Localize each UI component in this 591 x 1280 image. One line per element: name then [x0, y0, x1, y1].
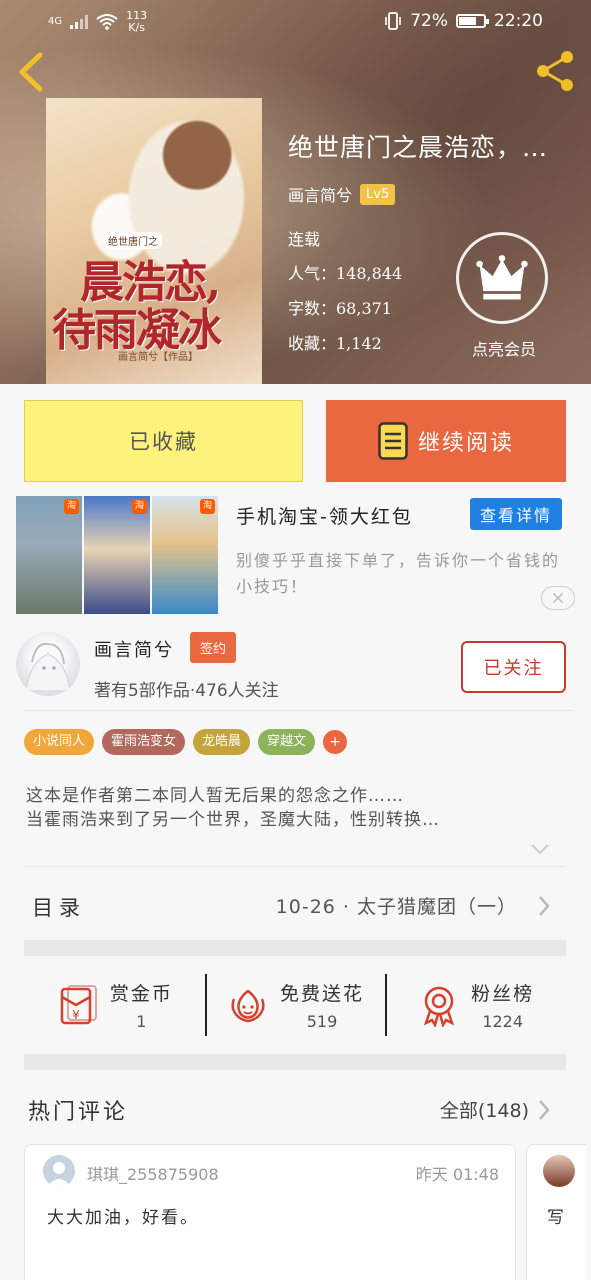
ad-photo-3: 淘 — [152, 496, 218, 614]
divider — [24, 866, 566, 867]
comment-card[interactable]: 琪琪_255875908 昨天 01:48 大大加油，好看。 — [24, 1144, 516, 1280]
ad-photo-2: 淘 — [84, 496, 150, 614]
comment-card[interactable]: 写 — [526, 1144, 586, 1280]
commenter-avatar[interactable] — [543, 1155, 575, 1187]
continue-reading-label: 继续阅读 — [417, 431, 514, 456]
red-envelope-icon: ¥ — [60, 985, 97, 1025]
book-word-count: 字数：68,371 — [288, 299, 392, 318]
tag-item[interactable]: 小说同人 — [24, 729, 95, 755]
status-bar: 4G 113 K/s 72% 22:20 — [0, 0, 591, 44]
clock: 22:20 — [494, 11, 543, 31]
ad-close-icon[interactable] — [541, 586, 575, 610]
support-stats: ¥ 赏金币 1 免费送花 519 粉丝榜 1224 — [24, 956, 566, 1054]
continue-reading-button[interactable]: 继续阅读 — [326, 400, 566, 482]
author-avatar[interactable] — [16, 632, 80, 696]
tag-item[interactable]: 龙皓晨 — [193, 729, 251, 755]
book-description[interactable]: 这本是作者第二本同人暂无后果的怨念之作…… 当霍雨浩来到了另一个世界，圣魔大陆，… — [26, 784, 566, 832]
section-separator — [24, 940, 566, 956]
commenter-avatar[interactable] — [43, 1155, 75, 1187]
ad-details-button[interactable]: 查看详情 — [470, 498, 562, 530]
flower-icon — [231, 989, 265, 1023]
author-name[interactable]: 画言简兮 — [94, 636, 174, 662]
hot-comments-title: 热门评论 — [28, 1100, 129, 1125]
description-line-2: 当霍雨浩来到了另一个世界，圣魔大陆，性别转换… — [26, 810, 440, 830]
wifi-icon — [96, 14, 118, 30]
ad-description: 别傻乎乎直接下单了，告诉你一个省钱的小技巧！ — [236, 551, 561, 596]
taobao-badge: 淘 — [200, 499, 215, 514]
vip-crown-button[interactable] — [456, 232, 548, 324]
signal-icon — [70, 15, 89, 29]
free-flower-value: 519 — [306, 1012, 338, 1031]
author-summary: 著有5部作品·476人关注 — [94, 681, 279, 701]
tag-more-button[interactable]: + — [323, 730, 348, 754]
back-button[interactable] — [14, 52, 50, 92]
fan-ranking-stat[interactable]: 粉丝榜 1224 — [385, 956, 566, 1054]
signed-badge: 签约 — [190, 632, 237, 663]
fan-ranking-label: 粉丝榜 — [471, 983, 535, 1005]
chevron-right-icon[interactable] — [537, 1098, 551, 1122]
book-header: 4G 113 K/s 72% 22:20 绝世唐门之 晨浩恋, 待雨凝冰 画言简… — [0, 0, 591, 384]
chevron-right-icon — [539, 896, 550, 916]
battery-percent: 72% — [410, 11, 448, 31]
follow-button[interactable]: 已关注 — [461, 641, 566, 693]
reward-coins-stat[interactable]: ¥ 赏金币 1 — [24, 956, 205, 1054]
taobao-badge: 淘 — [132, 499, 147, 514]
tag-item[interactable]: 霍雨浩变女 — [102, 729, 186, 755]
vibrate-icon — [385, 12, 402, 30]
vip-label[interactable]: 点亮会员 — [460, 336, 548, 360]
all-comments-link[interactable]: 全部(148) — [440, 1096, 529, 1123]
ad-title[interactable]: 手机淘宝-领大红包 — [236, 502, 413, 529]
taobao-badge: 淘 — [64, 499, 79, 514]
share-button[interactable] — [533, 48, 579, 94]
reward-coins-value: 1 — [136, 1012, 147, 1031]
ad-banner[interactable]: 淘 淘 淘 手机淘宝-领大红包 查看详情 别傻乎乎直接下单了，告诉你一个省钱的小… — [0, 490, 591, 618]
catalog-row[interactable]: 目录 10-26 · 太子猎魔团（一） — [0, 868, 591, 942]
tag-item[interactable]: 穿越文 — [258, 729, 316, 755]
book-author[interactable]: 画言简兮 — [288, 182, 352, 206]
collected-button[interactable]: 已收藏 — [24, 400, 303, 482]
medal-icon — [424, 986, 455, 1027]
reward-coins-label: 赏金币 — [109, 983, 173, 1005]
section-separator — [24, 1054, 566, 1070]
author-level-badge: Lv5 — [360, 183, 396, 205]
book-title: 绝世唐门之晨浩恋，… — [288, 133, 549, 162]
book-collections: 收藏：1,142 — [288, 334, 382, 353]
free-flower-label: 免费送花 — [280, 983, 365, 1005]
user-icon — [47, 1162, 71, 1187]
comment-time: 昨天 01:48 — [415, 1165, 499, 1184]
fan-ranking-value: 1224 — [482, 1012, 524, 1031]
book-popularity: 人气：148,844 — [288, 264, 403, 283]
ad-photo-1: 淘 — [16, 496, 82, 614]
catalog-label: 目录 — [32, 896, 86, 920]
book-cover[interactable]: 绝世唐门之 晨浩恋, 待雨凝冰 画言简兮【作品】 — [46, 98, 262, 384]
latest-chapter: 10-26 · 太子猎魔团（一） — [275, 896, 517, 918]
action-bar: 已收藏 继续阅读 — [0, 384, 591, 490]
comment-text: 大大加油，好看。 — [47, 1208, 199, 1228]
ad-image[interactable]: 淘 淘 淘 — [16, 496, 218, 614]
free-flower-stat[interactable]: 免费送花 519 — [204, 956, 386, 1054]
battery-icon — [456, 14, 489, 28]
comment-text: 写 — [547, 1208, 564, 1228]
cover-author: 画言简兮【作品】 — [118, 352, 198, 363]
tag-list: 小说同人 霍雨浩变女 龙皓晨 穿越文 + — [24, 729, 348, 755]
avatar-illustration — [25, 642, 71, 691]
description-line-1: 这本是作者第二本同人暂无后果的怨念之作…… — [26, 786, 404, 806]
commenter-name[interactable]: 琪琪_255875908 — [87, 1161, 219, 1185]
chevron-down-icon[interactable] — [530, 842, 550, 856]
divider — [24, 710, 574, 711]
author-card: 画言简兮 签约 著有5部作品·476人关注 已关注 — [0, 620, 591, 712]
book-status: 连载 — [288, 230, 321, 249]
network-speed: 113 K/s — [126, 9, 148, 34]
book-author-row[interactable]: 画言简兮 Lv5 — [288, 182, 396, 206]
network-indicator: 4G — [48, 16, 63, 27]
book-icon — [378, 422, 408, 460]
